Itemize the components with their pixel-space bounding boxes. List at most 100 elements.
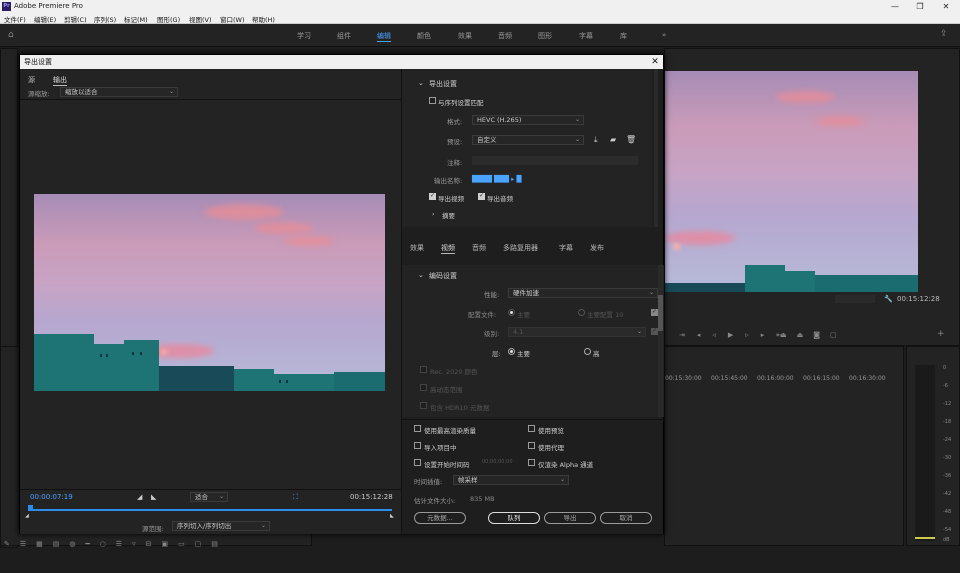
menu-bar: 文件(F) 编辑(E) 剪辑(C) 序列(S) 标记(M) 图形(G) 视图(V…: [0, 13, 960, 24]
chevron-right-icon[interactable]: ›: [432, 210, 435, 218]
hdr-checkbox[interactable]: [420, 384, 427, 391]
import-project-checkbox[interactable]: [414, 442, 421, 449]
filesize-label: 估计文件大小:: [414, 497, 456, 505]
playhead-handle[interactable]: [28, 505, 33, 510]
dialog-close-icon[interactable]: ✕: [648, 55, 662, 69]
comment-label: 注释:: [447, 159, 463, 167]
export-audio-checkbox[interactable]: [478, 192, 485, 200]
use-previews-checkbox[interactable]: [528, 425, 535, 432]
workspace-captions[interactable]: 字幕: [579, 31, 593, 41]
hdr10-checkbox[interactable]: [420, 402, 427, 409]
title-bar: Pr Adobe Premiere Pro — ❐ ✕: [0, 0, 960, 13]
fit-dropdown[interactable]: 适合 ⌄: [190, 492, 228, 502]
interp-dropdown[interactable]: 帧采样 ⌄: [453, 475, 569, 485]
project-tools-icons[interactable]: ✎☰▦▤◍━○☰▿⊟▣▭▢▤: [4, 540, 304, 560]
lift-extract-export-icons[interactable]: ⏏⏏◙▢: [780, 331, 847, 339]
start-tc-checkbox[interactable]: [414, 459, 421, 466]
preset-dropdown[interactable]: 自定义 ⌄: [472, 135, 584, 145]
tab-publish[interactable]: 发布: [590, 243, 604, 253]
delete-preset-icon[interactable]: 🗑: [626, 135, 636, 144]
more-workspaces-icon[interactable]: »: [662, 31, 666, 39]
tab-output[interactable]: 输出: [53, 75, 67, 86]
profile-lock-checkbox[interactable]: [651, 308, 658, 316]
menu-clip[interactable]: 剪辑(C): [64, 14, 87, 24]
tab-video[interactable]: 视频: [441, 243, 455, 254]
workspace-audio[interactable]: 音频: [498, 31, 512, 41]
save-preset-icon[interactable]: ⤓: [594, 135, 598, 145]
menu-sequence[interactable]: 序列(S): [94, 14, 116, 24]
mark-in-icon[interactable]: ◢: [137, 493, 142, 501]
share-icon[interactable]: ⇪: [940, 29, 948, 39]
workspace-color[interactable]: 颜色: [417, 31, 431, 41]
crop-icon[interactable]: ⛶: [293, 493, 298, 502]
tab-source[interactable]: 源: [28, 75, 35, 85]
tier-main-radio[interactable]: [508, 348, 515, 355]
scale-dropdown[interactable]: 缩放以适合 ⌄: [60, 87, 178, 97]
menu-file[interactable]: 文件(F): [4, 14, 26, 24]
end-timecode: 00:15:12:28: [350, 493, 393, 501]
in-point-icon[interactable]: ◢: [25, 513, 29, 519]
output-name-link[interactable]: ████ ███ ▸ █: [472, 175, 521, 183]
restore-icon[interactable]: ❐: [907, 0, 933, 13]
rec2020-checkbox[interactable]: [420, 366, 427, 373]
tab-captions[interactable]: 字幕: [559, 243, 573, 253]
queue-button[interactable]: 队列: [488, 512, 540, 524]
range-dropdown[interactable]: 序列切入/序列切出 ⌄: [172, 521, 270, 531]
workspace-libraries[interactable]: 库: [620, 31, 627, 41]
performance-dropdown[interactable]: 硬件加速 ⌄: [508, 288, 658, 298]
current-timecode[interactable]: 00:00:07:19: [30, 493, 73, 501]
match-sequence-checkbox[interactable]: [429, 97, 436, 104]
comment-input[interactable]: [472, 156, 638, 165]
export-video-checkbox[interactable]: [429, 192, 436, 200]
transport-controls[interactable]: ⇥◂◃▶▹▸⇤: [679, 331, 794, 339]
metadata-button[interactable]: 元数据...: [414, 512, 466, 524]
format-dropdown[interactable]: HEVC (H.265) ⌄: [472, 115, 584, 125]
source-range-bar[interactable]: [28, 509, 392, 511]
max-quality-checkbox[interactable]: [414, 425, 421, 432]
preset-value: 自定义: [477, 136, 497, 144]
menu-graphics[interactable]: 图形(G): [157, 14, 180, 24]
meter-db: dB: [943, 537, 950, 543]
menu-edit[interactable]: 编辑(E): [34, 14, 56, 24]
settings-scrollbar[interactable]: [654, 69, 658, 227]
level-lock-checkbox[interactable]: [651, 327, 658, 335]
use-proxy-checkbox[interactable]: [528, 442, 535, 449]
meter-18: -18: [943, 419, 952, 425]
chevron-down-icon[interactable]: ⌄: [418, 271, 424, 279]
encoding-scrollbar-track[interactable]: [658, 265, 663, 417]
home-icon[interactable]: ⌂: [8, 30, 14, 40]
tab-audio[interactable]: 音频: [472, 243, 486, 253]
mark-out-icon[interactable]: ◣: [151, 493, 156, 501]
summary-label[interactable]: 摘要: [442, 210, 455, 220]
workspace-graphics[interactable]: 图形: [538, 31, 552, 41]
chevron-down-icon[interactable]: ⌄: [418, 79, 424, 87]
workspace-effects[interactable]: 效果: [458, 31, 472, 41]
import-preset-icon[interactable]: ▰: [610, 135, 616, 144]
meter-42: -42: [943, 491, 952, 497]
menu-window[interactable]: 窗口(W): [220, 14, 245, 24]
export-button[interactable]: 导出: [544, 512, 596, 524]
out-point-icon[interactable]: ◣: [390, 513, 394, 519]
tab-multiplexer[interactable]: 多路复用器: [503, 243, 538, 253]
meter-48: -48: [943, 509, 952, 515]
encoding-scrollbar-thumb[interactable]: [658, 295, 663, 331]
zoom-select[interactable]: [835, 295, 875, 303]
menu-marker[interactable]: 标记(M): [124, 14, 148, 24]
level-dropdown[interactable]: 4.1 ⌄: [508, 327, 646, 337]
add-button-icon[interactable]: +: [937, 329, 945, 339]
workspace-editing[interactable]: 编辑: [377, 31, 391, 42]
cancel-button[interactable]: 取消: [600, 512, 652, 524]
profile-main10-radio[interactable]: [578, 309, 585, 316]
profile-main-radio[interactable]: [508, 309, 515, 316]
wrench-icon[interactable]: 🔧: [884, 295, 893, 303]
tier-high-radio[interactable]: [584, 348, 591, 355]
minimize-icon[interactable]: —: [882, 0, 908, 13]
close-icon[interactable]: ✕: [933, 0, 959, 13]
alpha-only-checkbox[interactable]: [528, 459, 535, 466]
tab-effects[interactable]: 效果: [410, 243, 424, 253]
menu-view[interactable]: 视图(V): [189, 14, 212, 24]
meter-54: -54: [943, 527, 952, 533]
workspace-learn[interactable]: 学习: [297, 31, 311, 41]
menu-help[interactable]: 帮助(H): [252, 14, 275, 24]
workspace-assembly[interactable]: 组件: [337, 31, 351, 41]
